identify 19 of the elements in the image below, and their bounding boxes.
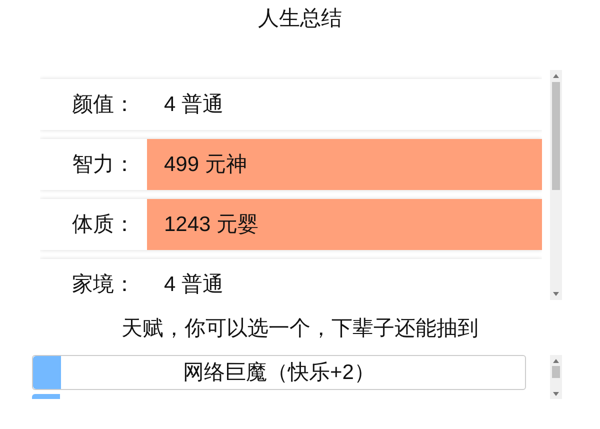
stat-value: 1243 元婴 bbox=[147, 199, 542, 250]
scroll-thumb[interactable] bbox=[552, 366, 560, 378]
scrollbar[interactable] bbox=[550, 70, 562, 300]
stat-label: 智力： bbox=[71, 152, 136, 178]
stat-value: 4 普通 bbox=[147, 79, 542, 130]
stat-label: 体质： bbox=[71, 212, 136, 238]
page-title: 人生总结 bbox=[258, 6, 342, 32]
talent-prompt: 天赋，你可以选一个，下辈子还能抽到 bbox=[122, 316, 478, 342]
stat-value: 4 普通 bbox=[147, 259, 542, 300]
talent-option[interactable]: 网络巨魔（快乐+2） bbox=[32, 355, 526, 390]
scroll-down-icon[interactable] bbox=[553, 392, 559, 396]
scrollbar[interactable] bbox=[550, 355, 562, 399]
scroll-up-icon[interactable] bbox=[553, 359, 559, 363]
scroll-thumb[interactable] bbox=[552, 82, 560, 190]
stat-label: 家境： bbox=[71, 272, 136, 298]
stat-value: 499 元神 bbox=[147, 139, 542, 190]
scroll-up-icon[interactable] bbox=[553, 74, 559, 78]
scroll-down-icon[interactable] bbox=[553, 292, 559, 296]
stat-label: 颜值： bbox=[71, 92, 136, 118]
